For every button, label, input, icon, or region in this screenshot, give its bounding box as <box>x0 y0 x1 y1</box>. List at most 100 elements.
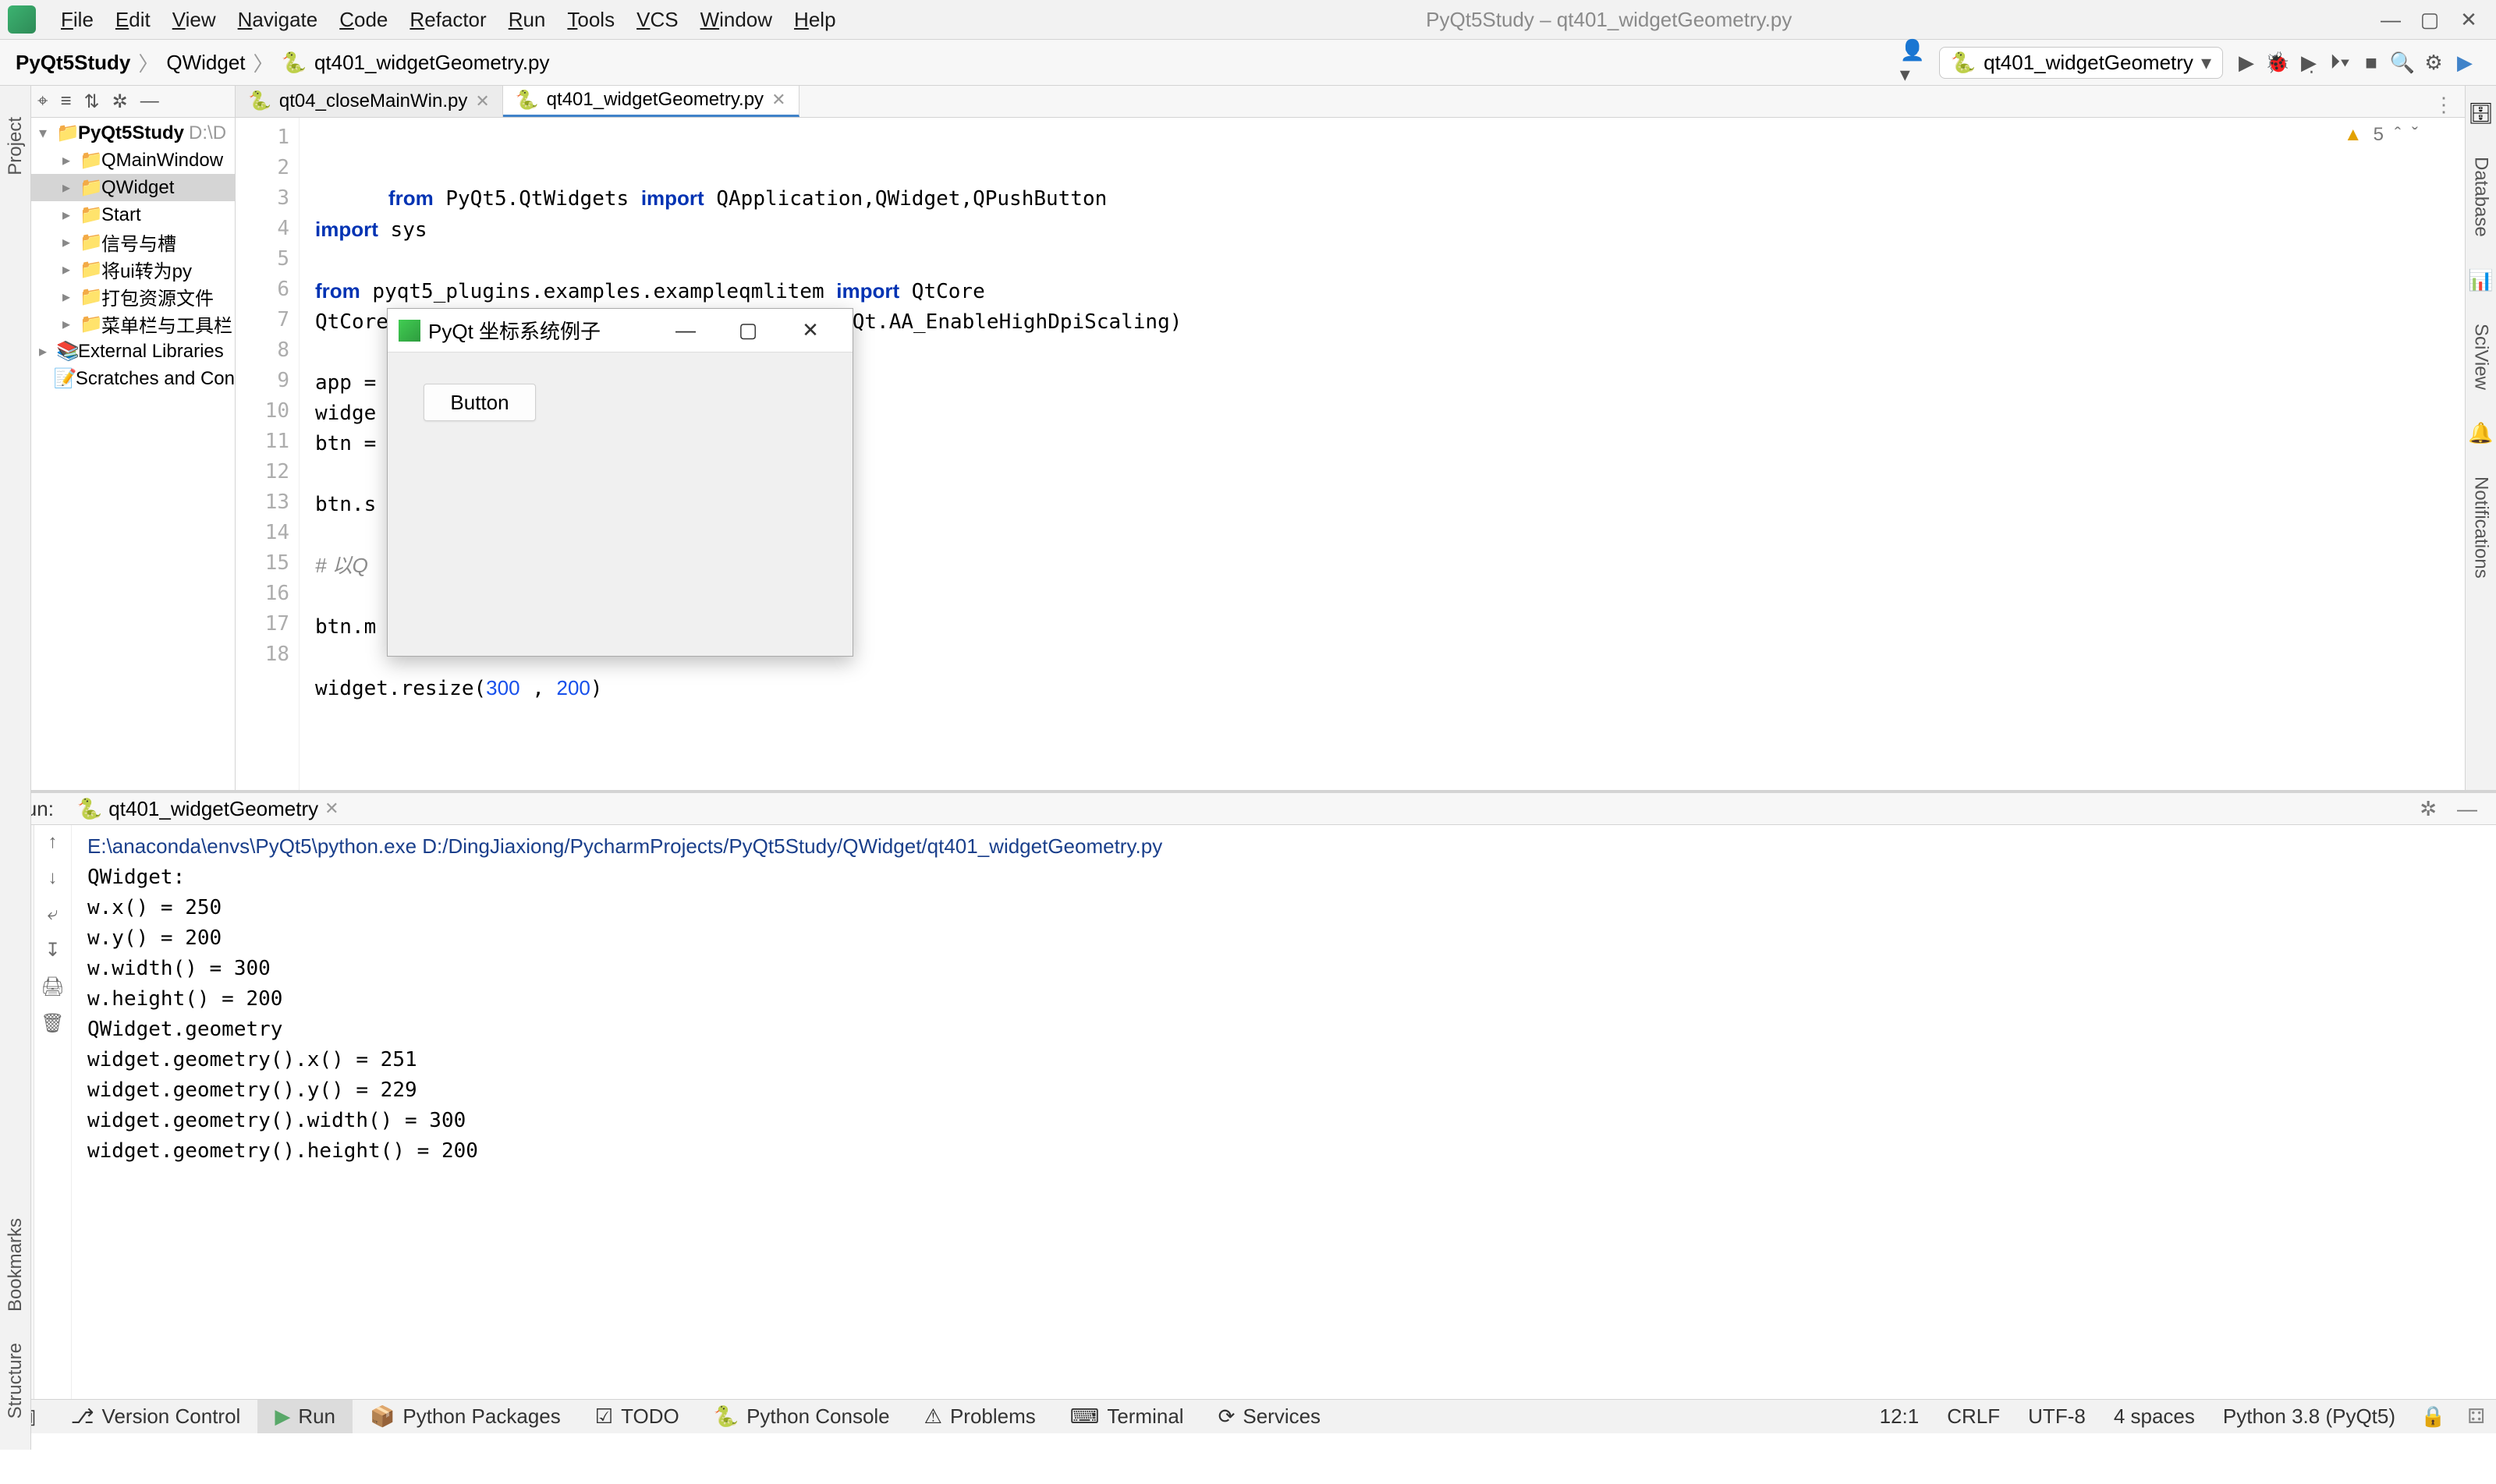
scroll-end-button[interactable]: ↧ <box>44 939 60 962</box>
settings-icon[interactable]: ✲ <box>112 90 128 113</box>
tabs-more-icon[interactable]: ⋮ <box>2423 93 2465 117</box>
run-settings-icon[interactable]: ✲ <box>2407 797 2449 821</box>
breadcrumb-root[interactable]: PyQt5Study <box>16 51 130 75</box>
readonly-lock-icon[interactable]: 🔒 <box>2409 1404 2456 1429</box>
maximize-button[interactable]: ▢ <box>2410 8 2449 32</box>
statusbar-services[interactable]: ⟳Services <box>1201 1400 1338 1433</box>
tree-folder-信号与槽[interactable]: ▸📁信号与槽 <box>31 228 235 256</box>
statusbar-info[interactable]: Python 3.8 (PyQt5) <box>2209 1404 2409 1429</box>
menu-code[interactable]: Code <box>328 8 399 32</box>
menu-view[interactable]: View <box>161 8 227 32</box>
expand-all-icon[interactable]: ≡ <box>61 90 72 112</box>
menu-edit[interactable]: Edit <box>105 8 161 32</box>
breadcrumb-folder[interactable]: QWidget <box>166 51 245 75</box>
statusbar-info[interactable]: 4 spaces <box>2100 1404 2209 1429</box>
qt-close-button[interactable]: ✕ <box>779 318 842 342</box>
structure-tool-button[interactable]: Structure <box>5 1343 27 1418</box>
user-icon[interactable]: 👤▾ <box>1900 47 1931 78</box>
inspection-widget[interactable]: ▲ 5 ˆ ˇ <box>2344 124 2418 146</box>
minimize-button[interactable]: — <box>2371 8 2410 32</box>
down-stack-button[interactable]: ↓ <box>48 867 58 889</box>
python-packages-icon: 📦 <box>370 1404 395 1429</box>
menu-navigate[interactable]: Navigate <box>227 8 329 32</box>
next-highlight-icon[interactable]: ˇ <box>2412 124 2418 146</box>
sciview-icon[interactable]: 📊 <box>2468 268 2493 292</box>
scratches-node[interactable]: 📝Scratches and Con <box>31 365 235 392</box>
close-window-button[interactable]: ✕ <box>2449 8 2488 32</box>
status-bar: ▣ ⎇Version Control▶Run📦Python Packages☑T… <box>0 1399 2496 1433</box>
menu-tools[interactable]: Tools <box>556 8 626 32</box>
tree-folder-将ui转为py[interactable]: ▸📁将ui转为py <box>31 256 235 283</box>
python-icon: 🐍 <box>1951 51 1976 75</box>
search-everywhere-button[interactable]: 🔍 <box>2387 47 2418 78</box>
tree-folder-QMainWindow[interactable]: ▸📁QMainWindow <box>31 147 235 174</box>
run-tab[interactable]: 🐍 qt401_widgetGeometry ✕ <box>69 795 347 823</box>
run-configuration-selector[interactable]: 🐍 qt401_widgetGeometry ▾ <box>1939 47 2223 79</box>
navigation-bar: PyQt5Study 〉 QWidget 〉 🐍 qt401_widgetGeo… <box>0 40 2496 86</box>
menu-refactor[interactable]: Refactor <box>399 8 497 32</box>
qt-app-window[interactable]: PyQt 坐标系统例子 — ▢ ✕ Button <box>387 308 853 657</box>
statusbar-run[interactable]: ▶Run <box>257 1400 353 1433</box>
notifications-tool-button[interactable]: Notifications <box>2470 476 2492 579</box>
sciview-tool-button[interactable]: SciView <box>2470 324 2492 390</box>
project-root-node[interactable]: ▾📁PyQt5StudyD:\D <box>31 119 235 147</box>
project-tree[interactable]: ▾📁PyQt5StudyD:\D▸📁QMainWindow▸📁QWidget▸📁… <box>31 118 235 790</box>
notifications-icon[interactable]: 🔔 <box>2468 421 2493 445</box>
run-button[interactable]: ▶ <box>2231 47 2262 78</box>
statusbar-info[interactable]: UTF-8 <box>2014 1404 2100 1429</box>
bookmarks-tool-button[interactable]: Bookmarks <box>5 1218 27 1312</box>
soft-wrap-button[interactable]: ⤶ <box>48 903 58 925</box>
breadcrumb-file[interactable]: qt401_widgetGeometry.py <box>314 51 550 75</box>
menu-window[interactable]: Window <box>690 8 783 32</box>
menu-help[interactable]: Help <box>783 8 846 32</box>
statusbar-python-console[interactable]: 🐍Python Console <box>697 1400 907 1433</box>
print-button[interactable]: 🖨 <box>41 976 64 998</box>
statusbar-info[interactable]: CRLF <box>1933 1404 2014 1429</box>
editor-tab[interactable]: 🐍qt04_closeMainWin.py✕ <box>236 86 503 117</box>
select-opened-file-icon[interactable]: ⌖ <box>37 90 48 112</box>
tree-folder-Start[interactable]: ▸📁Start <box>31 201 235 228</box>
up-stack-button[interactable]: ↑ <box>48 831 58 853</box>
statusbar-problems[interactable]: ⚠Problems <box>907 1400 1053 1433</box>
settings-button[interactable]: ⚙ <box>2418 47 2449 78</box>
ide-status-icon[interactable]: ⚃ <box>2456 1404 2496 1429</box>
editor-gutter[interactable]: 123456789101112131415161718 <box>236 118 300 790</box>
console-output[interactable]: E:\anaconda\envs\PyQt5\python.exe D:/Din… <box>72 825 2496 1399</box>
tree-folder-QWidget[interactable]: ▸📁QWidget <box>31 174 235 201</box>
database-icon[interactable]: 🗄 <box>2468 101 2494 126</box>
profile-button[interactable]: ⏵▾ <box>2324 47 2356 78</box>
stop-button[interactable]: ■ <box>2356 47 2387 78</box>
ide-scripting-button[interactable]: ▶ <box>2449 47 2480 78</box>
tree-folder-菜单栏与工具栏[interactable]: ▸📁菜单栏与工具栏 <box>31 310 235 338</box>
collapse-all-icon[interactable]: ⇅ <box>84 90 100 113</box>
statusbar-info[interactable]: 12:1 <box>1866 1404 1934 1429</box>
breadcrumbs[interactable]: PyQt5Study 〉 QWidget 〉 🐍 qt401_widgetGeo… <box>16 48 550 77</box>
close-icon[interactable]: ✕ <box>324 799 339 819</box>
left-bottom-tool-strip: Bookmarks Structure <box>0 790 31 1450</box>
statusbar-version-control[interactable]: ⎇Version Control <box>54 1400 258 1433</box>
close-tab-icon[interactable]: ✕ <box>771 90 785 110</box>
clear-button[interactable]: 🗑 <box>41 1012 64 1035</box>
database-tool-button[interactable]: Database <box>2470 157 2492 237</box>
project-toolbar: ⌖ ≡ ⇅ ✲ — <box>31 86 235 118</box>
hide-run-icon[interactable]: — <box>2449 797 2485 821</box>
qt-minimize-button[interactable]: — <box>654 318 717 342</box>
close-tab-icon[interactable]: ✕ <box>475 91 489 112</box>
menu-file[interactable]: File <box>50 8 105 32</box>
statusbar-python-packages[interactable]: 📦Python Packages <box>353 1400 578 1433</box>
statusbar-terminal[interactable]: ⌨Terminal <box>1053 1400 1201 1433</box>
qt-titlebar[interactable]: PyQt 坐标系统例子 — ▢ ✕ <box>388 309 853 352</box>
editor-tab[interactable]: 🐍qt401_widgetGeometry.py✕ <box>503 86 800 117</box>
qt-push-button[interactable]: Button <box>424 384 536 421</box>
menu-run[interactable]: Run <box>498 8 557 32</box>
menu-vcs[interactable]: VCS <box>626 8 689 32</box>
hide-icon[interactable]: — <box>140 90 159 112</box>
prev-highlight-icon[interactable]: ˆ <box>2395 124 2401 146</box>
external-libraries-node[interactable]: ▸📚External Libraries <box>31 338 235 365</box>
qt-maximize-button[interactable]: ▢ <box>717 318 779 342</box>
tree-folder-打包资源文件[interactable]: ▸📁打包资源文件 <box>31 283 235 310</box>
statusbar-todo[interactable]: ☑TODO <box>578 1400 697 1433</box>
project-tool-button[interactable]: Project <box>5 117 27 175</box>
debug-button[interactable]: 🐞 <box>2262 47 2293 78</box>
coverage-button[interactable]: ▶̣ <box>2293 47 2324 78</box>
